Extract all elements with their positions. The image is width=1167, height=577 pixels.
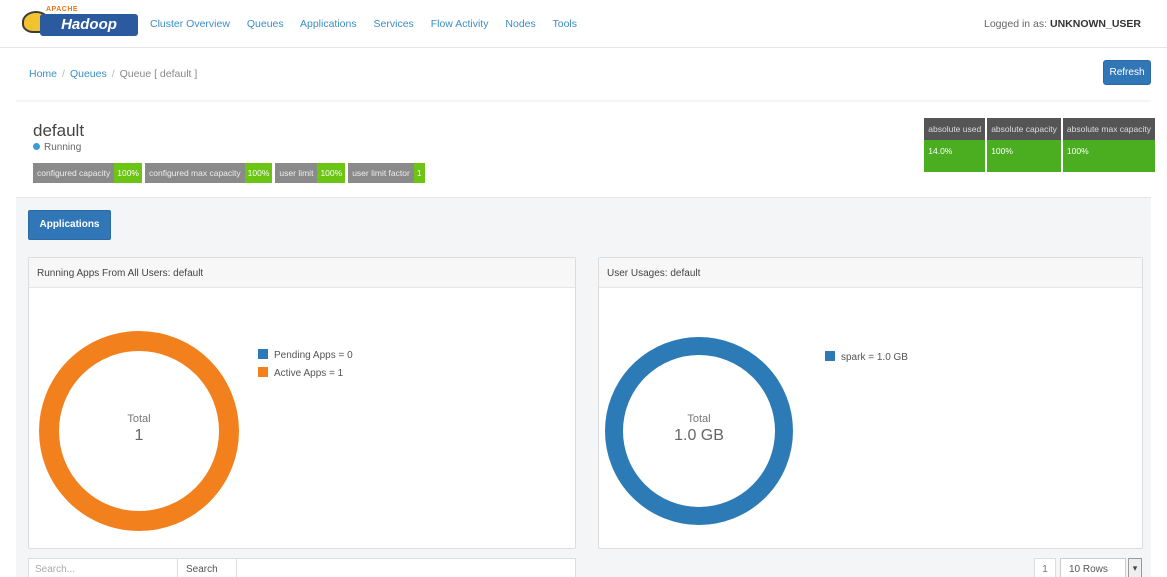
nav-flow-activity[interactable]: Flow Activity bbox=[431, 18, 489, 30]
legend-swatch bbox=[825, 351, 835, 361]
legend-swatch bbox=[258, 367, 268, 377]
running-apps-center: Total 1 bbox=[89, 413, 189, 445]
queue-state: Running bbox=[33, 142, 81, 153]
login-prefix: Logged in as: bbox=[984, 18, 1048, 30]
nav-cluster-overview[interactable]: Cluster Overview bbox=[150, 18, 230, 30]
nav-nodes[interactable]: Nodes bbox=[505, 18, 535, 30]
queue-capacity-tags: configured capacity 100% configured max ca… bbox=[33, 163, 428, 183]
running-apps-title: Running Apps From All Users: default bbox=[29, 258, 575, 288]
legend-item: spark = 1.0 GB bbox=[825, 350, 908, 368]
tab-applications[interactable]: Applications bbox=[28, 210, 111, 240]
breadcrumb-separator: / bbox=[62, 68, 65, 80]
search-button[interactable]: Search bbox=[177, 558, 237, 577]
tag-value: 1 bbox=[413, 163, 425, 183]
search-input[interactable]: Search... bbox=[35, 564, 75, 575]
top-navbar: APACHE Hadoop Cluster Overview Queues Ap… bbox=[0, 0, 1167, 48]
legend-item: Active Apps = 1 bbox=[258, 366, 353, 384]
nav-links: Cluster Overview Queues Applications Ser… bbox=[150, 18, 591, 30]
legend-label: Active Apps = 1 bbox=[274, 368, 344, 379]
tag-key: configured max capacity bbox=[145, 163, 245, 183]
tag-value: 100% bbox=[317, 163, 346, 183]
breadcrumb-bar: Home / Queues / Queue [ default ] Refresh bbox=[16, 56, 1151, 94]
tag-key: configured capacity bbox=[33, 163, 115, 183]
tag-value: 100% bbox=[244, 163, 273, 183]
user-usages-legend: spark = 1.0 GB bbox=[825, 350, 908, 368]
logo-main-text: Hadoop bbox=[40, 14, 138, 36]
metric-absolute-used: absolute used 14.0% bbox=[924, 118, 986, 172]
breadcrumb-home[interactable]: Home bbox=[29, 68, 57, 80]
metric-label: absolute max capacity bbox=[1062, 118, 1155, 140]
breadcrumb: Home / Queues / Queue [ default ] bbox=[29, 68, 197, 80]
donut-center-value: 1.0 GB bbox=[674, 427, 724, 444]
logo-top-text: APACHE bbox=[46, 6, 79, 13]
nav-tools[interactable]: Tools bbox=[553, 18, 578, 30]
pagination-page[interactable]: 1 bbox=[1034, 558, 1056, 577]
search-bar: Search... Search bbox=[28, 558, 576, 577]
tag-key: user limit bbox=[275, 163, 318, 183]
tag-value: 100% bbox=[114, 163, 142, 183]
donut-center-label: Total bbox=[687, 413, 711, 425]
metric-absolute-max-capacity: absolute max capacity 100% bbox=[1062, 118, 1155, 172]
running-apps-panel: Running Apps From All Users: default Tot… bbox=[28, 257, 576, 549]
breadcrumb-queues[interactable]: Queues bbox=[70, 68, 107, 80]
user-usages-panel: User Usages: default Total 1.0 GB spark … bbox=[598, 257, 1143, 549]
nav-applications[interactable]: Applications bbox=[300, 18, 357, 30]
tag-user-limit: user limit 100% bbox=[275, 163, 348, 183]
status-dot-icon bbox=[33, 143, 40, 150]
tag-key: user limit factor bbox=[348, 163, 414, 183]
tag-configured-max-capacity: configured max capacity 100% bbox=[145, 163, 275, 183]
breadcrumb-current: Queue [ default ] bbox=[119, 68, 198, 80]
legend-label: Pending Apps = 0 bbox=[274, 350, 353, 361]
queue-metrics: absolute used 14.0% absolute capacity 100% a… bbox=[922, 118, 1155, 172]
metric-absolute-capacity: absolute capacity 100% bbox=[987, 118, 1061, 172]
metric-label: absolute capacity bbox=[987, 118, 1061, 140]
login-user: UNKNOWN_USER bbox=[1049, 18, 1141, 30]
nav-queues[interactable]: Queues bbox=[247, 18, 284, 30]
user-usages-center: Total 1.0 GB bbox=[649, 413, 749, 445]
user-usages-title: User Usages: default bbox=[599, 258, 1142, 288]
queue-state-label: Running bbox=[44, 142, 82, 153]
login-status: Logged in as: UNKNOWN_USER bbox=[984, 18, 1141, 30]
nav-services[interactable]: Services bbox=[374, 18, 414, 30]
rows-per-page-select[interactable]: 10 Rows bbox=[1060, 558, 1126, 577]
metric-value: 14.0% bbox=[924, 140, 986, 172]
tag-user-limit-factor: user limit factor 1 bbox=[348, 163, 427, 183]
legend-swatch bbox=[258, 349, 268, 359]
queue-name: default bbox=[33, 121, 85, 140]
legend-label: spark = 1.0 GB bbox=[841, 352, 908, 363]
breadcrumb-separator: / bbox=[111, 68, 115, 80]
metric-value: 100% bbox=[987, 140, 1061, 172]
refresh-button[interactable]: Refresh bbox=[1103, 60, 1151, 85]
donut-center-label: Total bbox=[127, 413, 151, 425]
tag-configured-capacity: configured capacity 100% bbox=[33, 163, 145, 183]
chevron-down-icon[interactable]: ▾ bbox=[1128, 558, 1142, 577]
donut-center-value: 1 bbox=[134, 427, 144, 444]
hadoop-logo[interactable]: APACHE Hadoop bbox=[22, 6, 140, 40]
metric-label: absolute used bbox=[924, 118, 986, 140]
metric-value: 100% bbox=[1062, 140, 1155, 172]
legend-item: Pending Apps = 0 bbox=[258, 348, 353, 366]
running-apps-legend: Pending Apps = 0 Active Apps = 1 bbox=[258, 348, 353, 384]
